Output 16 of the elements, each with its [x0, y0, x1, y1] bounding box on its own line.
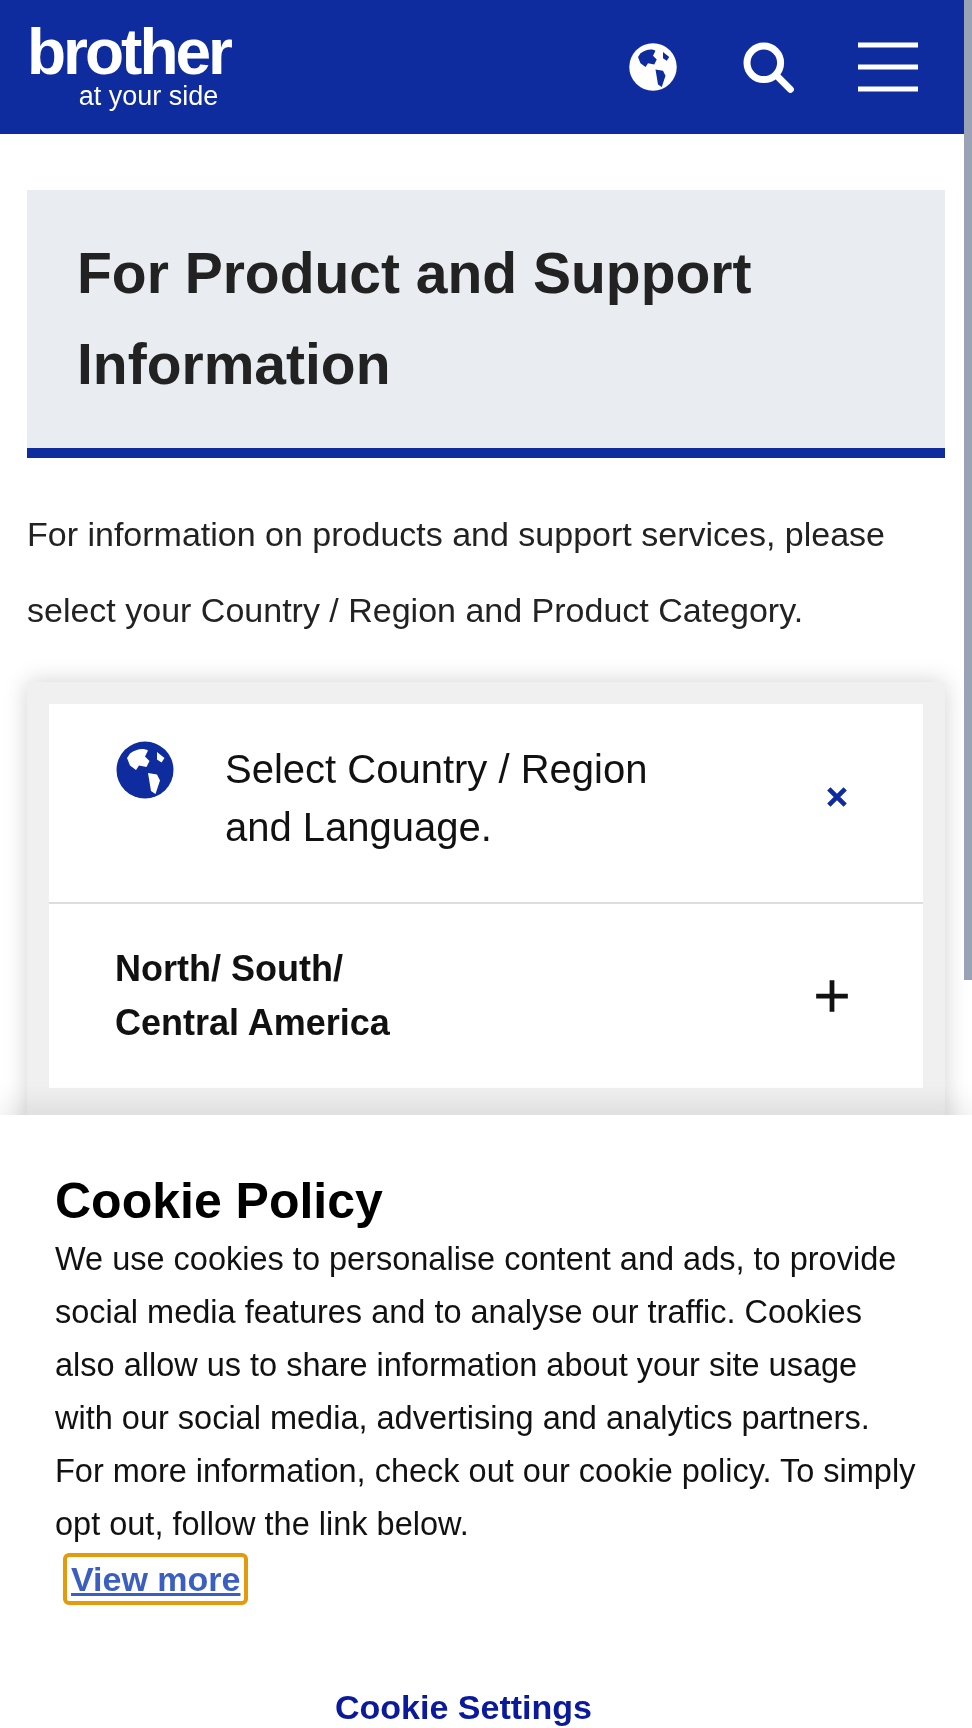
- selector-heading: Select Country / Region and Language.: [225, 746, 649, 851]
- page-title: For Product and Support Information: [77, 240, 753, 398]
- menu-icon[interactable]: [858, 42, 918, 92]
- region-label: North/ South/ Central America: [115, 947, 391, 1045]
- region-row[interactable]: North/ South/ Central America: [49, 904, 923, 1088]
- logo-tagline: at your side: [78, 81, 219, 111]
- globe-icon: [628, 42, 678, 92]
- cookie-settings-button[interactable]: Cookie Settings: [335, 1685, 592, 1728]
- plus-icon[interactable]: [813, 977, 851, 1015]
- cookie-text: We use cookies to personalise content and ads, to provide social media features and to analyse our traffic. Cookies also allow us to share information about your site usage with our social media, advertising and analytics partners. For more information, check out our cookie policy. To simply opt out, follow the link below.: [55, 1240, 917, 1544]
- brand-logo[interactable]: brother: [27, 23, 230, 81]
- scrollbar[interactable]: [964, 0, 972, 980]
- cookie-title: Cookie Policy: [55, 1172, 384, 1231]
- view-more-link[interactable]: View more: [63, 1553, 249, 1605]
- intro-text: For information on products and support services, please select your Country / Region and Product Category.: [27, 514, 886, 631]
- globe-icon: [115, 740, 175, 800]
